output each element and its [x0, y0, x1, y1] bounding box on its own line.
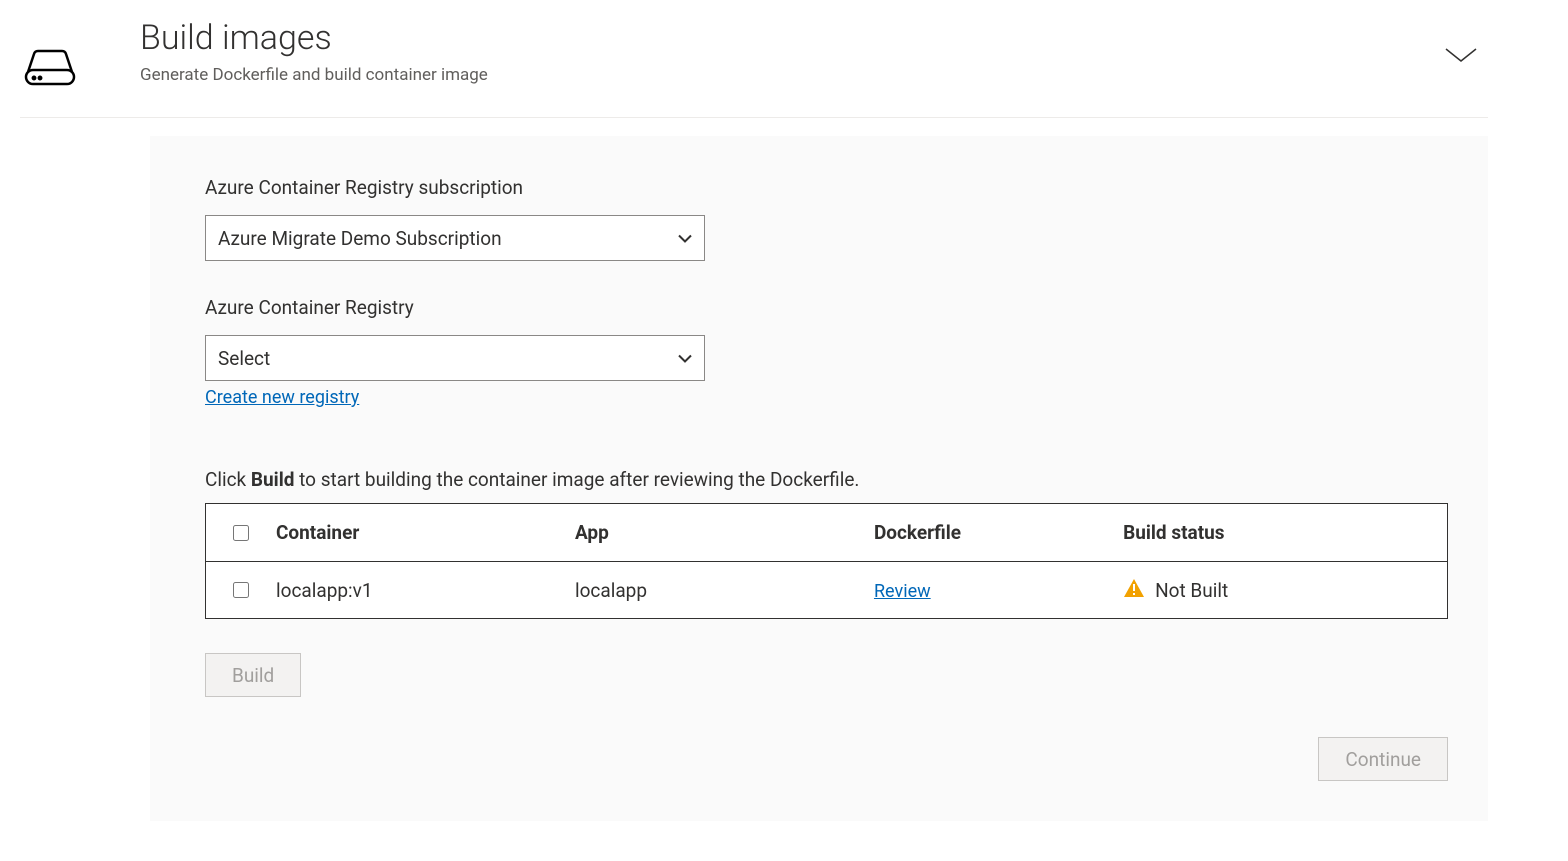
create-registry-link[interactable]: Create new registry — [205, 387, 359, 408]
content-panel: Azure Container Registry subscription Az… — [150, 136, 1488, 821]
table-header-row: Container App Dockerfile Build status — [206, 504, 1447, 562]
col-status: Build status — [1123, 521, 1447, 544]
warning-icon — [1123, 578, 1145, 603]
collapse-toggle[interactable] — [1444, 45, 1488, 69]
disk-icon — [20, 44, 80, 93]
col-dockerfile: Dockerfile — [874, 521, 1123, 544]
col-app: App — [575, 521, 874, 544]
registry-select[interactable]: Select — [205, 335, 705, 381]
cell-container: localapp:v1 — [276, 579, 575, 602]
row-checkbox[interactable] — [233, 582, 249, 598]
page-title: Build images — [140, 20, 1384, 57]
panel-header: Build images Generate Dockerfile and bui… — [20, 20, 1488, 118]
cell-status: Not Built — [1123, 578, 1447, 603]
review-dockerfile-link[interactable]: Review — [874, 581, 931, 602]
containers-table: Container App Dockerfile Build status lo… — [205, 503, 1448, 619]
continue-button[interactable]: Continue — [1318, 737, 1448, 781]
build-instruction: Click Build to start building the contai… — [205, 468, 1448, 491]
build-button[interactable]: Build — [205, 653, 301, 697]
subscription-label: Azure Container Registry subscription — [205, 176, 1448, 199]
select-all-checkbox[interactable] — [233, 525, 249, 541]
col-container: Container — [276, 521, 575, 544]
page-subtitle: Generate Dockerfile and build container … — [140, 65, 1384, 85]
status-text: Not Built — [1155, 579, 1228, 602]
subscription-select[interactable]: Azure Migrate Demo Subscription — [205, 215, 705, 261]
registry-label: Azure Container Registry — [205, 296, 1448, 319]
cell-app: localapp — [575, 579, 874, 602]
table-row: localapp:v1 localapp Review Not Built — [206, 562, 1447, 618]
